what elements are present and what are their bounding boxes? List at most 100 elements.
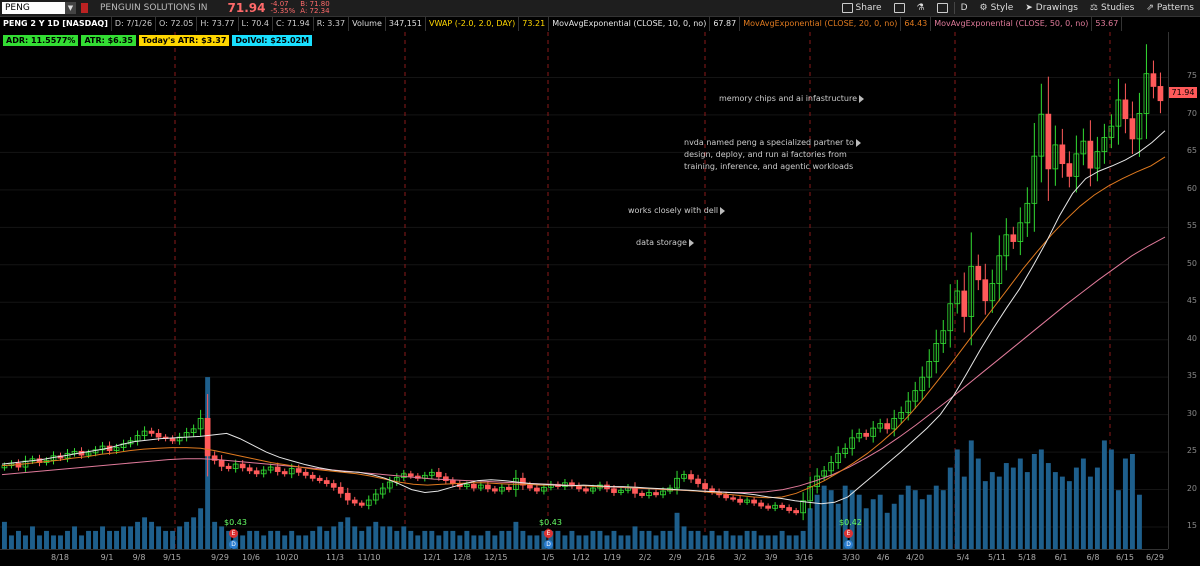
period-button[interactable]: D xyxy=(955,3,974,13)
flag-icon[interactable] xyxy=(81,3,88,13)
high-value: H: 73.77 xyxy=(197,17,239,31)
volume-bar xyxy=(478,535,484,549)
note-nvda[interactable]: nvda named peng a specialized partner to… xyxy=(684,137,861,173)
volume-bar xyxy=(1024,472,1030,549)
volume-label[interactable]: Volume xyxy=(349,17,386,31)
time-axis[interactable]: 8/18 9/1 9/8 9/15 9/29 10/6 10/20 11/3 11/10 12/1… xyxy=(0,549,1168,566)
price-tick: 50 xyxy=(1186,258,1197,268)
price-axis[interactable]: 75 70 65 60 55 50 45 40 35 30 25 20 15 xyxy=(1168,32,1200,549)
note-storage[interactable]: data storage xyxy=(636,237,694,249)
candle-body xyxy=(148,430,155,434)
candle-body xyxy=(884,423,891,430)
price-tick: 70 xyxy=(1186,108,1197,118)
volume-bar xyxy=(674,512,680,549)
volume-bar xyxy=(394,530,400,549)
studies-label: Studies xyxy=(1100,3,1135,13)
vwap-label[interactable]: VWAP (-2.0, 2.0, DAY) xyxy=(426,17,520,31)
dividend-icon[interactable]: D xyxy=(844,540,853,549)
patterns-icon: ⇗ xyxy=(1146,3,1154,13)
volume-bar xyxy=(37,535,42,549)
earnings-value: $0.43 xyxy=(224,518,247,527)
volume-bar xyxy=(79,535,84,549)
price-tick: 25 xyxy=(1186,446,1197,456)
volume-bar xyxy=(275,530,281,549)
symbol-dropdown-icon[interactable]: ▼ xyxy=(65,2,76,14)
candle-body xyxy=(863,432,870,437)
earnings-value: $0.42 xyxy=(839,518,862,527)
ema50-label[interactable]: MovAvgExponential (CLOSE, 50, 0, no) xyxy=(931,17,1093,31)
candle-body xyxy=(155,432,162,438)
price-tick: 40 xyxy=(1186,333,1197,343)
volume-bar xyxy=(884,512,890,549)
low-value: L: 70.4 xyxy=(239,17,274,31)
volume-bar xyxy=(611,530,617,549)
volume-bar xyxy=(905,485,911,549)
note-nvda-line3: training, inference, and agentic workloa… xyxy=(684,162,854,171)
candle-body xyxy=(295,468,302,473)
dividend-icon[interactable]: D xyxy=(229,540,238,549)
earnings-icon[interactable]: E xyxy=(544,529,553,538)
price-change: -4.07 -5.35% xyxy=(271,1,296,15)
date-tick: 9/1 xyxy=(100,553,114,562)
candle-body xyxy=(730,497,736,500)
arrow-icon xyxy=(720,206,726,215)
volume-bar xyxy=(345,517,351,549)
studies-button[interactable]: ⚖ Studies xyxy=(1084,3,1140,13)
today-atr-label: Today's ATR: $3.37 xyxy=(138,35,230,46)
drawings-button[interactable]: ➤ Drawings xyxy=(1019,3,1084,13)
volume-bar xyxy=(464,530,470,549)
candle-body xyxy=(653,492,659,496)
dividend-icon[interactable]: D xyxy=(544,540,553,549)
volume-bar xyxy=(408,530,414,549)
style-button[interactable]: ⚙ Style xyxy=(974,3,1020,13)
volume-bar xyxy=(569,530,575,549)
volume-bar xyxy=(709,530,715,549)
volume-bar xyxy=(898,494,904,549)
candle-body xyxy=(765,505,771,509)
price-chart[interactable] xyxy=(0,32,1168,549)
volume-bar xyxy=(254,530,260,549)
ema20-label[interactable]: MovAvgExponential (CLOSE, 20, 0, no) xyxy=(740,17,902,31)
candle-body xyxy=(793,510,799,514)
volume-bar xyxy=(100,526,105,549)
note-memory[interactable]: memory chips and ai infastructure xyxy=(719,93,865,105)
candle-body xyxy=(344,492,351,501)
date-tick: 4/20 xyxy=(906,553,924,562)
date-tick: 4/6 xyxy=(876,553,890,562)
share-button[interactable]: Share xyxy=(836,3,888,13)
candle-body xyxy=(1087,140,1094,169)
volume-bar xyxy=(303,535,309,549)
date-tick: 8/18 xyxy=(51,553,69,562)
candle-body xyxy=(309,474,316,479)
volume-bar xyxy=(800,530,806,549)
volume-bar xyxy=(1038,449,1044,549)
date-tick: 3/9 xyxy=(764,553,778,562)
volume-bar xyxy=(219,526,225,549)
candle-body xyxy=(982,279,989,302)
candle-body xyxy=(253,470,260,475)
volume-bar xyxy=(1101,440,1107,549)
note-dell[interactable]: works closely with dell xyxy=(628,205,726,217)
print-icon xyxy=(936,3,948,13)
price-tick: 75 xyxy=(1186,71,1197,81)
symbol-input[interactable]: PENG ▼ xyxy=(2,2,76,14)
patterns-button[interactable]: ⇗ Patterns xyxy=(1140,3,1200,13)
candle-body xyxy=(527,484,533,489)
candle-body xyxy=(737,498,743,503)
volume-bar xyxy=(324,530,330,549)
earnings-icon[interactable]: E xyxy=(844,529,853,538)
price-tick: 65 xyxy=(1186,146,1197,156)
ema10-label[interactable]: MovAvgExponential (CLOSE, 10, 0, no) xyxy=(549,17,711,31)
volume-bar xyxy=(765,535,771,549)
volume-bar xyxy=(1080,458,1086,549)
volume-bar xyxy=(268,530,274,549)
print-button[interactable] xyxy=(931,3,954,13)
note-storage-text: data storage xyxy=(636,238,687,247)
candle-body xyxy=(485,484,491,490)
studies-icon: ⚖ xyxy=(1089,3,1098,13)
earnings-icon[interactable]: E xyxy=(229,529,238,538)
snapshot-button[interactable] xyxy=(888,3,911,13)
flask-button[interactable]: ⚗ xyxy=(911,3,931,13)
volume-bar xyxy=(723,530,729,549)
candle-body xyxy=(975,265,982,281)
